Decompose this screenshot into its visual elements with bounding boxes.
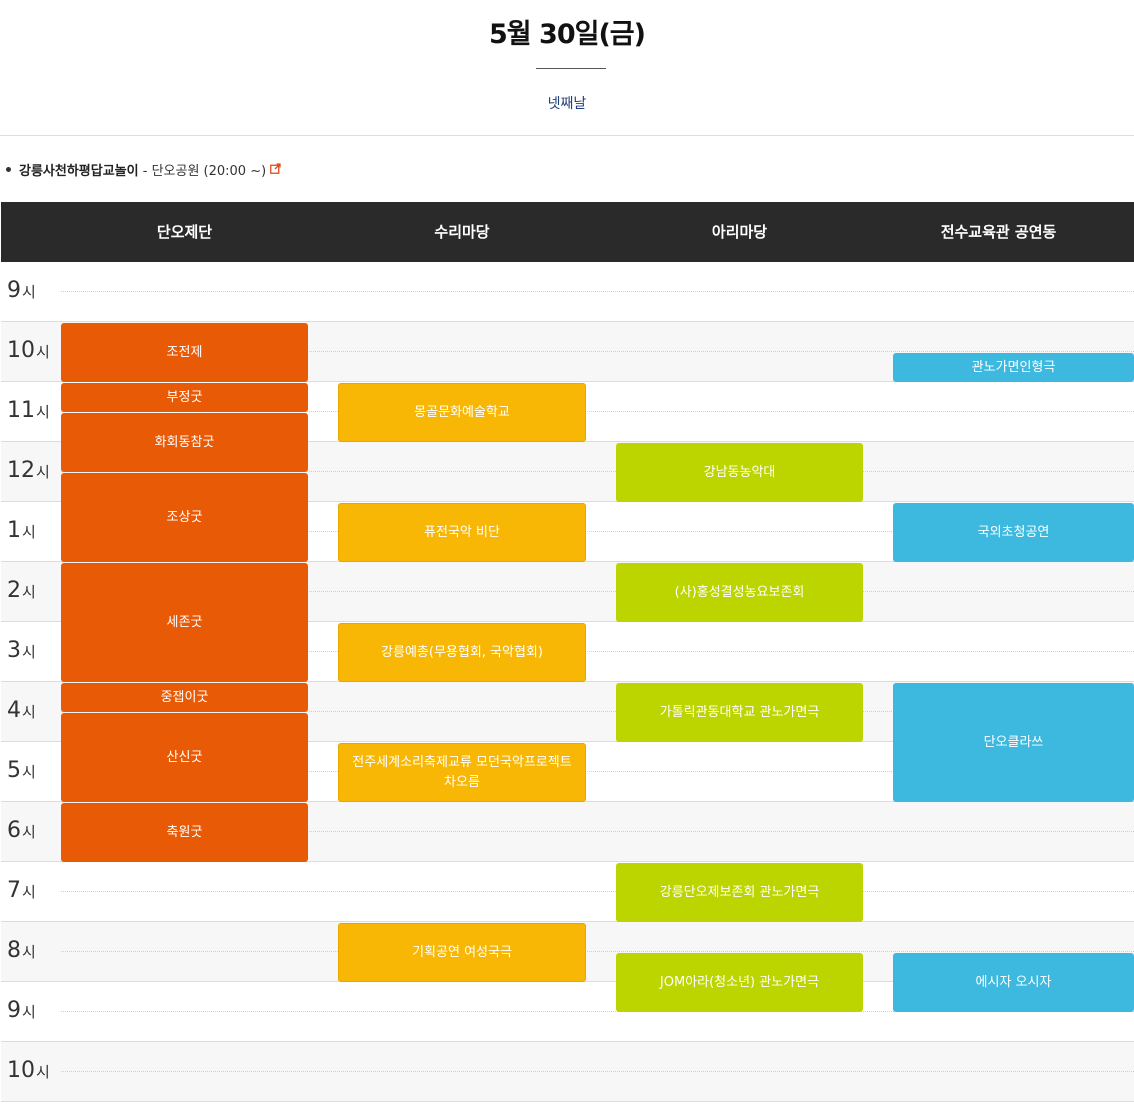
hour-label: 9시 (7, 998, 36, 1023)
event-block[interactable]: 부정굿 (61, 383, 308, 412)
event-block[interactable]: 퓨전국악 비단 (338, 503, 586, 562)
hour-row: 7시 (1, 862, 1134, 922)
hour-label: 3시 (7, 638, 36, 663)
schedule-header: 5월 30일(금) 넷째날 (0, 0, 1134, 136)
title-divider (536, 68, 606, 69)
event-block[interactable]: 가톨릭관동대학교 관노가면극 (616, 683, 863, 742)
hour-number: 4 (7, 698, 21, 723)
venue-header-2: 수리마당 (434, 223, 490, 241)
hour-unit: 시 (22, 703, 36, 721)
event-block[interactable]: 중잽이굿 (61, 683, 308, 712)
hour-label: 4시 (7, 698, 36, 723)
hour-label: 2시 (7, 578, 36, 603)
hour-unit: 시 (22, 643, 36, 661)
hour-unit: 시 (22, 763, 36, 781)
hour-number: 1 (7, 518, 21, 543)
event-block[interactable]: 화회동참굿 (61, 413, 308, 472)
event-block[interactable]: (사)홍성결성농요보존회 (616, 563, 863, 622)
event-block[interactable]: 몽골문화예술학교 (338, 383, 586, 442)
event-block[interactable]: 전주세계소리축제교류 모던국악프로젝트 차오름 (338, 743, 586, 802)
hour-label: 12시 (7, 458, 50, 483)
event-block[interactable]: 산신굿 (61, 713, 308, 802)
hour-number: 9 (7, 998, 21, 1023)
event-block[interactable]: 축원굿 (61, 803, 308, 862)
venue-header-3: 아리마당 (711, 223, 768, 241)
hour-number: 9 (7, 278, 21, 303)
hour-unit: 시 (36, 403, 50, 421)
hour-label: 7시 (7, 878, 36, 903)
hour-label: 5시 (7, 758, 36, 783)
event-block[interactable]: 단오클라쓰 (893, 683, 1134, 802)
venue-header-1: 단오제단 (156, 223, 213, 241)
hour-unit: 시 (36, 1063, 50, 1081)
hour-label: 9시 (7, 278, 36, 303)
hour-number: 8 (7, 938, 21, 963)
bullet-icon (6, 167, 11, 172)
event-block[interactable]: 강릉예총(무용협회, 국악협회) (338, 623, 586, 682)
hour-number: 11 (7, 398, 35, 423)
day-label: 넷째날 (547, 96, 587, 112)
hour-label: 10시 (7, 338, 50, 363)
notice-event-name: 강릉사천하평답교놀이 (19, 164, 139, 179)
hour-unit: 시 (22, 523, 36, 541)
notice-event-detail: - 단오공원 (20:00 ~) (138, 164, 267, 179)
event-block[interactable]: 조상굿 (61, 473, 308, 562)
half-hour-line (61, 291, 1134, 292)
hour-number: 5 (7, 758, 21, 783)
event-block[interactable]: JOM아라(청소년) 관노가면극 (616, 953, 863, 1012)
half-hour-line (61, 951, 1134, 952)
hour-number: 10 (7, 1058, 35, 1083)
venue-header-4: 전수교육관 공연동 (940, 223, 1057, 241)
hour-unit: 시 (22, 823, 36, 841)
hour-unit: 시 (22, 1003, 36, 1021)
special-event-notice: 강릉사천하평답교놀이 - 단오공원 (20:00 ~) (6, 160, 281, 179)
hour-unit: 시 (22, 283, 36, 301)
hour-label: 1시 (7, 518, 36, 543)
page-title: 5월 30일(금) (489, 19, 646, 50)
hour-label: 10시 (7, 1058, 50, 1083)
hour-unit: 시 (22, 943, 36, 961)
hour-label: 6시 (7, 818, 36, 843)
hour-row: 10시 (1, 1042, 1134, 1102)
hour-number: 10 (7, 338, 35, 363)
hour-number: 3 (7, 638, 21, 663)
event-block[interactable]: 강남동농악대 (616, 443, 863, 502)
hour-number: 7 (7, 878, 21, 903)
event-block[interactable]: 세존굿 (61, 563, 308, 682)
hour-row: 9시 (1, 262, 1134, 322)
hour-label: 8시 (7, 938, 36, 963)
hour-number: 2 (7, 578, 21, 603)
hour-unit: 시 (22, 883, 36, 901)
hour-unit: 시 (36, 463, 50, 481)
half-hour-line (61, 891, 1134, 892)
hour-number: 12 (7, 458, 35, 483)
event-block[interactable]: 관노가면인형극 (893, 353, 1134, 382)
hour-label: 11시 (7, 398, 50, 423)
event-block[interactable]: 조전제 (61, 323, 308, 382)
hour-unit: 시 (36, 343, 50, 361)
event-block[interactable]: 강릉단오제보존회 관노가면극 (616, 863, 863, 922)
event-block[interactable]: 에시자 오시자 (893, 953, 1134, 1012)
venue-header-row: 단오제단 수리마당 아리마당 전수교육관 공연동 (1, 202, 1134, 262)
hour-unit: 시 (22, 583, 36, 601)
event-block[interactable]: 국외초청공연 (893, 503, 1134, 562)
external-link-icon[interactable] (270, 163, 281, 178)
hour-number: 6 (7, 818, 21, 843)
timetable-grid: 9시 10시 11시 12시 1시 2시 3시 4시 5시 6시 7시 8시 9시 10시 조전제 부정굿 화회… (1, 262, 1134, 1102)
header-divider (0, 135, 1134, 136)
event-block[interactable]: 기획공연 여성국극 (338, 923, 586, 982)
half-hour-line (61, 1071, 1134, 1072)
